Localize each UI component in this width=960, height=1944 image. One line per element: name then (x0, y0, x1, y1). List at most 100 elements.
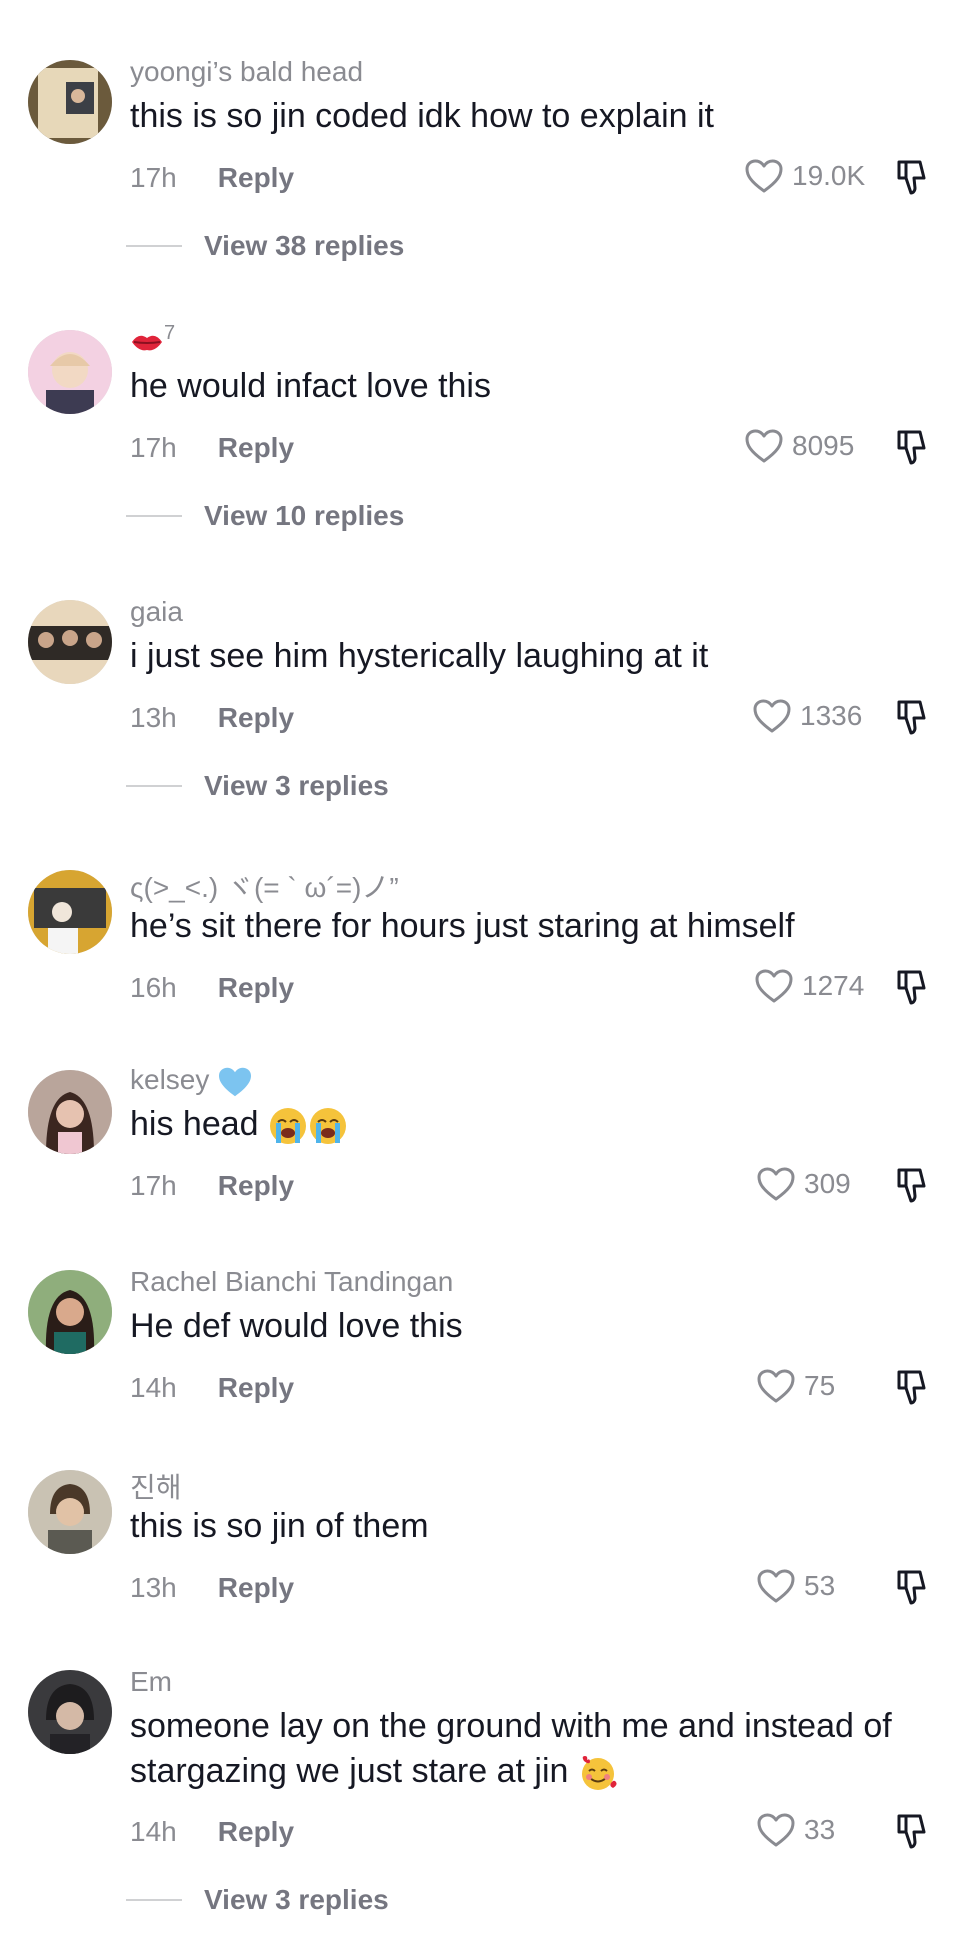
timestamp: 14h (130, 1816, 177, 1847)
avatar[interactable] (28, 60, 112, 144)
view-replies-label: View 3 replies (204, 770, 389, 801)
heart-outline-icon (757, 1167, 795, 1201)
like-count: 19.0K (792, 160, 866, 191)
like-button[interactable]: 8095 (744, 428, 854, 464)
comment-text: He def would love this (130, 1307, 463, 1345)
username[interactable]: Em (130, 1666, 172, 1698)
divider (126, 245, 182, 247)
username[interactable]: 7 (130, 322, 175, 356)
username-label: kelsey (130, 1064, 210, 1095)
like-count: 1274 (802, 970, 865, 1001)
lips-kiss-icon (132, 335, 162, 351)
thumbs-down-icon[interactable] (893, 1812, 931, 1850)
comment-text: this is so jin of them (130, 1507, 429, 1545)
timestamp: 13h (130, 1572, 177, 1603)
reply-button[interactable]: Reply (218, 162, 294, 193)
like-button[interactable]: 309 (756, 1166, 851, 1202)
reply-button[interactable]: Reply (218, 1372, 294, 1403)
thumbs-down-icon[interactable] (893, 1568, 931, 1606)
username[interactable]: kelsey (130, 1064, 253, 1098)
thumbs-down-icon[interactable] (893, 1368, 931, 1406)
heart-outline-icon (745, 159, 783, 193)
timestamp: 17h (130, 432, 177, 463)
timestamp: 16h (130, 972, 177, 1003)
reply-button[interactable]: Reply (218, 972, 294, 1003)
heart-outline-icon (753, 699, 791, 733)
reply-button[interactable]: Reply (218, 432, 294, 463)
avatar[interactable] (28, 870, 112, 954)
like-count: 8095 (792, 430, 855, 461)
reply-button[interactable]: Reply (218, 1572, 294, 1603)
like-count: 75 (804, 1370, 836, 1401)
username[interactable]: yoongi’s bald head (130, 56, 363, 88)
thumbs-down-icon[interactable] (893, 158, 931, 196)
timestamp: 17h (130, 162, 177, 193)
loudly-crying-face-icon (310, 1108, 346, 1145)
view-replies-label: View 10 replies (204, 500, 405, 531)
comment-meta: 17h Reply (130, 162, 294, 194)
view-replies-button[interactable]: View 10 replies (126, 500, 404, 532)
comment-meta: 14h Reply (130, 1816, 294, 1848)
comment-text: he’s sit there for hours just staring at… (130, 907, 795, 945)
comment-text: i just see him hysterically laughing at … (130, 637, 709, 675)
comment-meta: 13h Reply (130, 702, 294, 734)
heart-outline-icon (745, 429, 783, 463)
like-button[interactable]: 53 (756, 1568, 835, 1604)
comment-meta: 17h Reply (130, 1170, 294, 1202)
heart-outline-icon (757, 1813, 795, 1847)
timestamp: 13h (130, 702, 177, 733)
like-count: 53 (804, 1570, 836, 1601)
like-button[interactable]: 75 (756, 1368, 835, 1404)
username[interactable]: ς(>_<.) ヾ(= ` ω´=)ノ” (130, 866, 399, 906)
comment-text: he would infact love this (130, 367, 491, 405)
like-button[interactable]: 19.0K (744, 158, 865, 194)
view-replies-label: View 3 replies (204, 1884, 389, 1915)
like-count: 33 (804, 1814, 836, 1845)
smiling-face-with-hearts-icon (581, 1756, 617, 1791)
username[interactable]: 진해 (130, 1466, 182, 1506)
view-replies-button[interactable]: View 3 replies (126, 770, 389, 802)
avatar[interactable] (28, 1670, 112, 1754)
loudly-crying-face-icon (270, 1108, 306, 1145)
like-button[interactable]: 1274 (754, 968, 864, 1004)
reply-button[interactable]: Reply (218, 1170, 294, 1201)
heart-outline-icon (757, 1569, 795, 1603)
thumbs-down-icon[interactable] (893, 1166, 931, 1204)
reply-button[interactable]: Reply (218, 1816, 294, 1847)
like-count: 1336 (800, 700, 863, 731)
username-suffix: 7 (164, 322, 176, 344)
timestamp: 17h (130, 1170, 177, 1201)
comment-text: his head (130, 1102, 930, 1147)
avatar[interactable] (28, 330, 112, 414)
divider (126, 1899, 182, 1901)
comment-text-label: someone lay on the ground with me and in… (130, 1707, 892, 1790)
heart-outline-icon (757, 1369, 795, 1403)
username[interactable]: Rachel Bianchi Tandingan (130, 1266, 453, 1298)
thumbs-down-icon[interactable] (893, 428, 931, 466)
like-button[interactable]: 1336 (752, 698, 862, 734)
comment-text-label: his head (130, 1105, 259, 1143)
comment-meta: 14h Reply (130, 1372, 294, 1404)
comment-meta: 17h Reply (130, 432, 294, 464)
like-count: 309 (804, 1168, 851, 1199)
username[interactable]: gaia (130, 596, 183, 628)
blue-heart-icon (219, 1067, 252, 1096)
avatar[interactable] (28, 1070, 112, 1154)
comment-meta: 13h Reply (130, 1572, 294, 1604)
thumbs-down-icon[interactable] (893, 968, 931, 1006)
view-replies-label: View 38 replies (204, 230, 405, 261)
comment-text: this is so jin coded idk how to explain … (130, 97, 714, 135)
view-replies-button[interactable]: View 3 replies (126, 1884, 389, 1916)
avatar[interactable] (28, 600, 112, 684)
comment-text: someone lay on the ground with me and in… (130, 1704, 930, 1794)
divider (126, 785, 182, 787)
divider (126, 515, 182, 517)
like-button[interactable]: 33 (756, 1812, 835, 1848)
thumbs-down-icon[interactable] (893, 698, 931, 736)
view-replies-button[interactable]: View 38 replies (126, 230, 404, 262)
timestamp: 14h (130, 1372, 177, 1403)
heart-outline-icon (755, 969, 793, 1003)
avatar[interactable] (28, 1270, 112, 1354)
reply-button[interactable]: Reply (218, 702, 294, 733)
avatar[interactable] (28, 1470, 112, 1554)
